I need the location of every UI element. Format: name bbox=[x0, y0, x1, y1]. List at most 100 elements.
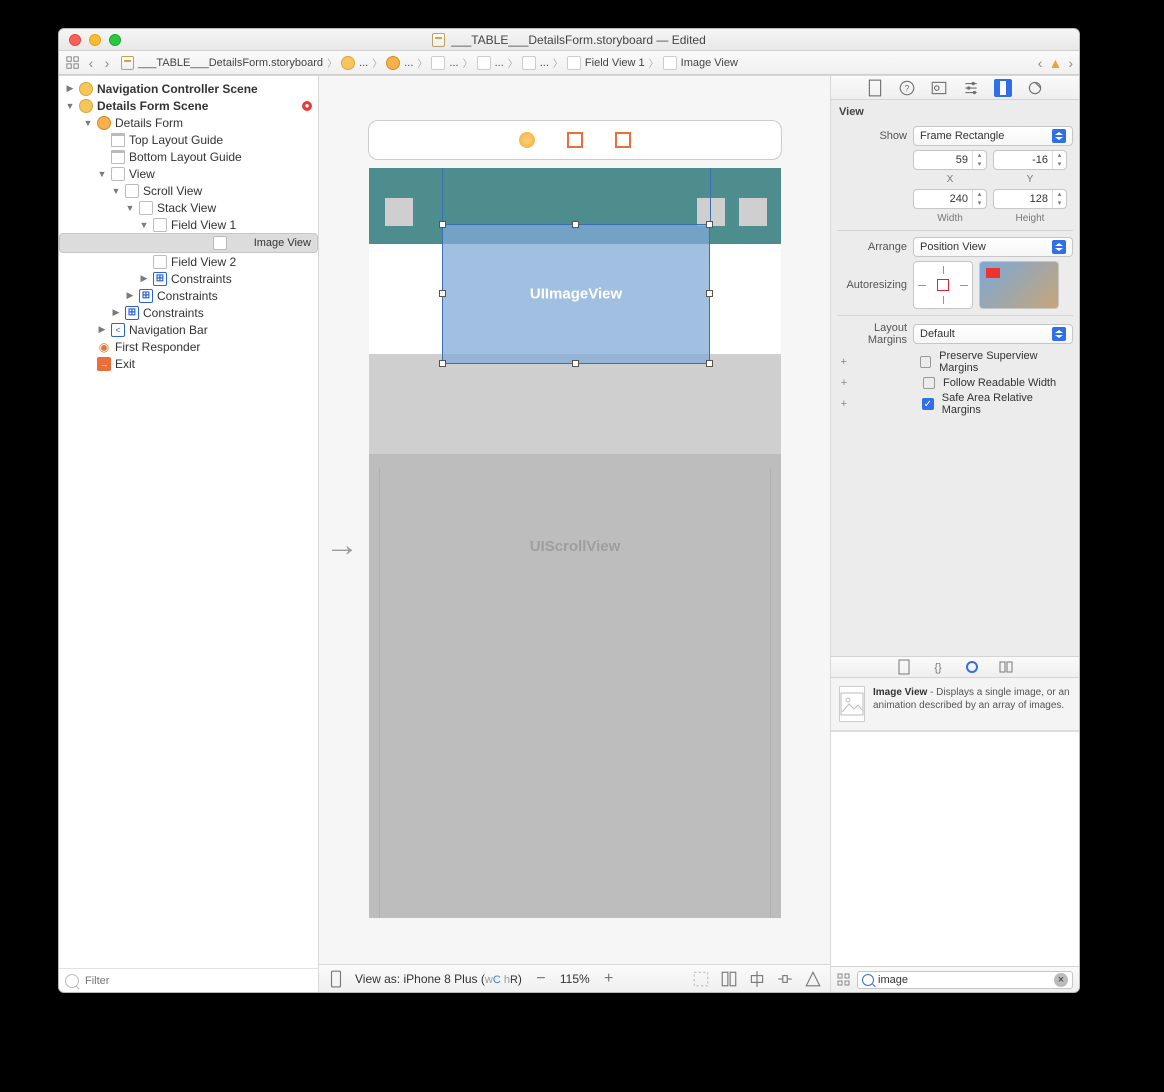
code-snippet-library-icon[interactable]: {} bbox=[930, 659, 946, 675]
outline-scene-details[interactable]: ▼Details Form Scene● bbox=[59, 97, 318, 114]
zoom-out-button[interactable]: − bbox=[532, 970, 550, 988]
library-view-mode-icon[interactable] bbox=[837, 973, 851, 987]
add-variation-button[interactable]: + bbox=[837, 356, 850, 368]
issue-next-button[interactable]: › bbox=[1068, 55, 1073, 71]
warning-icon[interactable]: ▲ bbox=[1048, 55, 1062, 71]
file-inspector-icon[interactable] bbox=[866, 79, 884, 97]
resize-handle[interactable] bbox=[439, 290, 446, 297]
breadcrumb-vc[interactable]: ... bbox=[382, 56, 417, 70]
library-search-field[interactable]: image × bbox=[857, 971, 1073, 989]
identity-inspector-icon[interactable] bbox=[930, 79, 948, 97]
resize-handle[interactable] bbox=[706, 290, 713, 297]
scene-header-bar[interactable] bbox=[368, 120, 782, 160]
zoom-window-button[interactable] bbox=[109, 34, 121, 46]
clear-search-button[interactable]: × bbox=[1054, 973, 1068, 987]
add-variation-button[interactable]: + bbox=[837, 377, 851, 389]
stepper[interactable]: ▴▾ bbox=[972, 151, 986, 169]
connections-inspector-icon[interactable] bbox=[1026, 79, 1044, 97]
outline-constraints-1[interactable]: ▶⊞Constraints bbox=[59, 270, 318, 287]
placeholder-square bbox=[739, 198, 767, 226]
resolve-issues-icon[interactable] bbox=[804, 970, 822, 988]
outline-top-guide[interactable]: Top Layout Guide bbox=[59, 131, 318, 148]
resize-handle[interactable] bbox=[572, 221, 579, 228]
resize-handle[interactable] bbox=[706, 221, 713, 228]
resize-handle[interactable] bbox=[439, 221, 446, 228]
update-frames-icon[interactable] bbox=[692, 970, 710, 988]
zoom-level[interactable]: 115% bbox=[560, 972, 590, 986]
error-indicator-icon[interactable]: ● bbox=[302, 101, 312, 111]
file-template-library-icon[interactable] bbox=[896, 659, 912, 675]
height-field[interactable]: 128▴▾ bbox=[993, 189, 1067, 209]
vc-icon[interactable] bbox=[519, 132, 535, 148]
breadcrumb-file[interactable]: ___TABLE___DetailsForm.storyboard bbox=[117, 56, 327, 70]
view-as-label[interactable]: View as: iPhone 8 Plus (wC hR) bbox=[355, 972, 522, 986]
x-field[interactable]: 59▴▾ bbox=[913, 150, 987, 170]
storyboard-canvas[interactable]: → UIScrollView bbox=[319, 76, 830, 964]
dropdown-caret-icon bbox=[1052, 327, 1066, 341]
layout-margins-select[interactable]: Default bbox=[913, 324, 1073, 344]
outline-field1[interactable]: ▼Field View 1 bbox=[59, 216, 318, 233]
embed-in-icon[interactable] bbox=[720, 970, 738, 988]
breadcrumb-v2[interactable]: ... bbox=[473, 56, 508, 70]
back-arrow[interactable]: ‹ bbox=[85, 55, 97, 71]
outline-vc[interactable]: ▼Details Form bbox=[59, 114, 318, 131]
first-responder-icon[interactable] bbox=[567, 132, 583, 148]
pin-icon[interactable] bbox=[776, 970, 794, 988]
selected-image-view[interactable]: UIImageView bbox=[442, 224, 710, 364]
outline-exit[interactable]: →Exit bbox=[59, 355, 318, 372]
outline-scroll[interactable]: ▼Scroll View bbox=[59, 182, 318, 199]
breadcrumb-field[interactable]: Field View 1 bbox=[563, 56, 649, 70]
breadcrumb-image[interactable]: Image View bbox=[659, 56, 742, 70]
close-window-button[interactable] bbox=[69, 34, 81, 46]
show-select[interactable]: Frame Rectangle bbox=[913, 126, 1073, 146]
object-library-icon[interactable] bbox=[964, 659, 980, 675]
arrange-select[interactable]: Position View bbox=[913, 237, 1073, 257]
library-empty-area bbox=[831, 731, 1079, 967]
outline-constraints-2[interactable]: ▶⊞Constraints bbox=[59, 287, 318, 304]
resize-handle[interactable] bbox=[439, 360, 446, 367]
minimize-window-button[interactable] bbox=[89, 34, 101, 46]
outline-navbar[interactable]: ▶<Navigation Bar bbox=[59, 321, 318, 338]
attributes-inspector-icon[interactable] bbox=[962, 79, 980, 97]
library-item-image-view[interactable]: Image View - Displays a single image, or… bbox=[831, 678, 1079, 731]
breadcrumb-v1[interactable]: ... bbox=[427, 56, 462, 70]
stepper[interactable]: ▴▾ bbox=[1052, 151, 1066, 169]
scene-canvas[interactable]: UIScrollView UIImageView bbox=[369, 168, 781, 918]
zoom-in-button[interactable]: + bbox=[600, 970, 618, 988]
outline-first-responder[interactable]: ◉First Responder bbox=[59, 338, 318, 355]
device-config-icon[interactable] bbox=[327, 970, 345, 988]
outline-scene-nav[interactable]: ▶Navigation Controller Scene bbox=[59, 80, 318, 97]
outline-stack[interactable]: ▼Stack View bbox=[59, 199, 318, 216]
resize-handle[interactable] bbox=[706, 360, 713, 367]
scene-icon bbox=[341, 56, 355, 70]
autoresizing-control[interactable] bbox=[913, 261, 973, 309]
outline-bottom-guide[interactable]: Bottom Layout Guide bbox=[59, 148, 318, 165]
quick-help-icon[interactable]: ? bbox=[898, 79, 916, 97]
readable-checkbox[interactable] bbox=[923, 377, 935, 389]
resize-handle[interactable] bbox=[572, 360, 579, 367]
outline-constraints-3[interactable]: ▶⊞Constraints bbox=[59, 304, 318, 321]
issue-prev-button[interactable]: ‹ bbox=[1038, 55, 1043, 71]
breadcrumb-v3[interactable]: ... bbox=[518, 56, 553, 70]
outline-field2[interactable]: Field View 2 bbox=[59, 253, 318, 270]
view-icon bbox=[153, 255, 167, 269]
exit-icon[interactable] bbox=[615, 132, 631, 148]
outline-filter-input[interactable] bbox=[85, 975, 312, 987]
outline-view[interactable]: ▼View bbox=[59, 165, 318, 182]
related-items-icon[interactable] bbox=[65, 55, 81, 71]
size-inspector-icon[interactable] bbox=[994, 79, 1012, 97]
align-icon[interactable] bbox=[748, 970, 766, 988]
breadcrumb-scene[interactable]: ... bbox=[337, 56, 372, 70]
stepper[interactable]: ▴▾ bbox=[1052, 190, 1066, 208]
add-variation-button[interactable]: + bbox=[837, 398, 851, 410]
media-library-icon[interactable] bbox=[998, 659, 1014, 675]
view-icon bbox=[567, 56, 581, 70]
stepper[interactable]: ▴▾ bbox=[972, 190, 986, 208]
width-field[interactable]: 240▴▾ bbox=[913, 189, 987, 209]
y-field[interactable]: -16▴▾ bbox=[993, 150, 1067, 170]
forward-arrow[interactable]: › bbox=[101, 55, 113, 71]
entry-arrow-icon[interactable]: → bbox=[325, 526, 359, 565]
preserve-checkbox[interactable] bbox=[920, 356, 932, 368]
safe-area-checkbox[interactable]: ✓ bbox=[922, 398, 934, 410]
outline-imageview[interactable]: Image View bbox=[59, 233, 318, 253]
